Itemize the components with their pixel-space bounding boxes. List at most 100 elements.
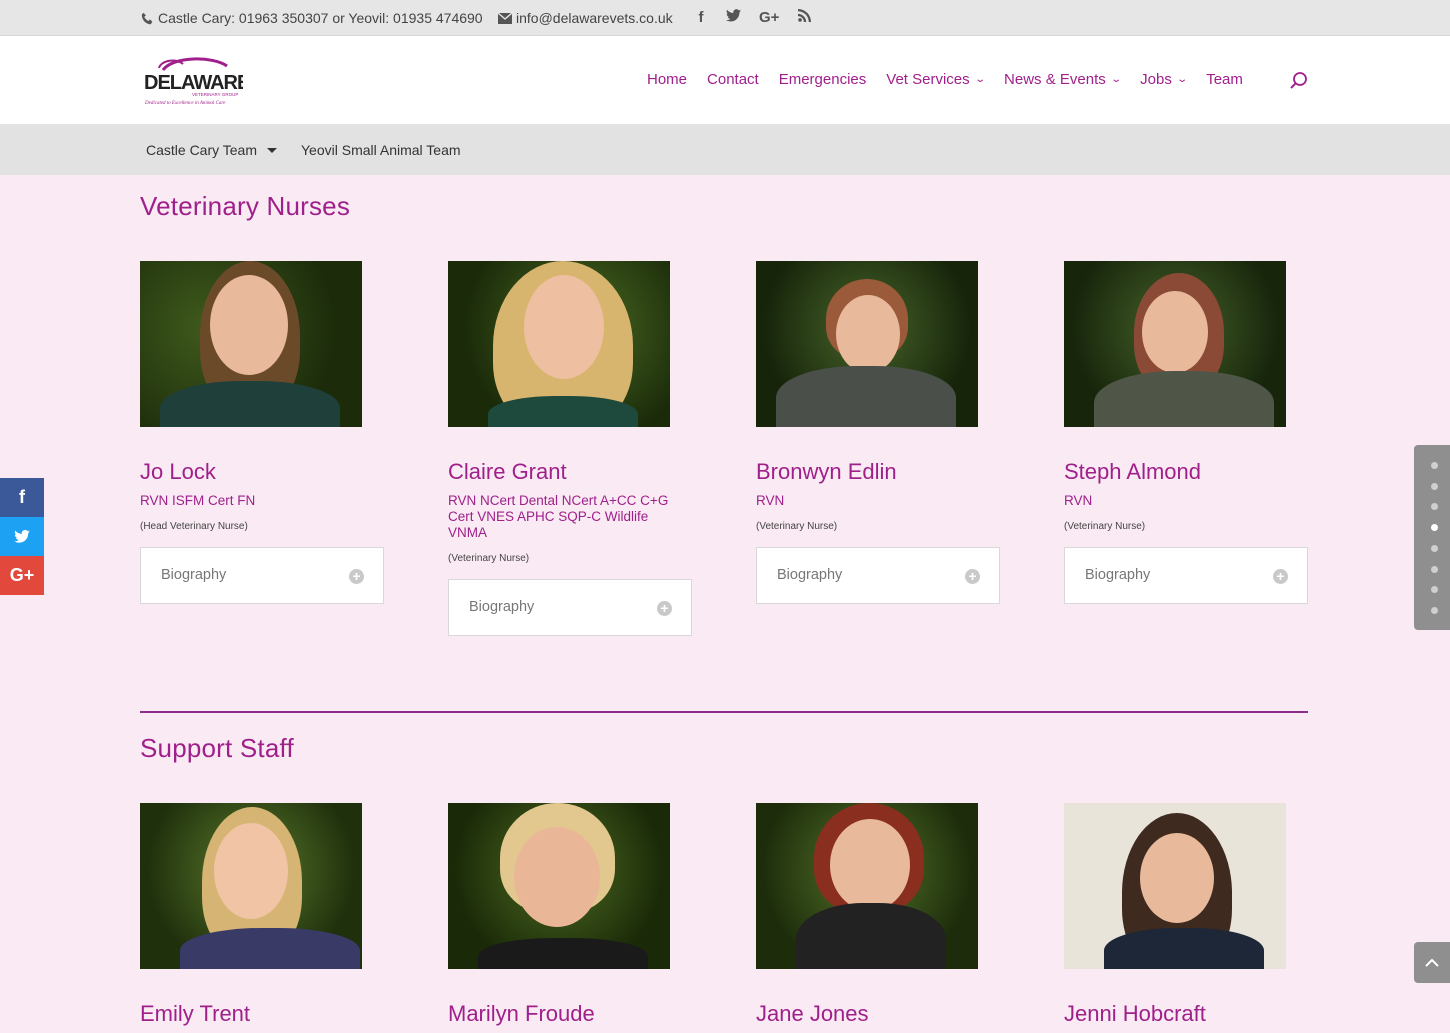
staff-qualifications: RVN ISFM Cert FN xyxy=(140,493,256,508)
section-title-nurses: Veterinary Nurses xyxy=(140,191,351,221)
svg-text:VETERINARY GROUP: VETERINARY GROUP xyxy=(192,92,238,97)
chevron-down-icon: ⌄ xyxy=(973,74,986,85)
dot-nav-item[interactable] xyxy=(1431,566,1438,573)
dot-nav-item[interactable] xyxy=(1431,586,1438,593)
nav-news-events[interactable]: News & Events ⌄ xyxy=(1004,71,1122,88)
staff-qualifications: RVN NCert Dental NCert A+CC C+G Cert VNE… xyxy=(448,493,669,540)
subnav-yeovil[interactable]: Yeovil Small Animal Team xyxy=(301,142,461,158)
section-title-support: Support Staff xyxy=(140,733,294,763)
biography-toggle[interactable]: Biography + xyxy=(140,547,384,604)
email-contact[interactable]: info@delawarevets.co.uk xyxy=(498,10,673,26)
nav-jobs-label: Jobs xyxy=(1140,71,1172,88)
share-bar: f G+ xyxy=(0,478,44,595)
subnav-castle-cary[interactable]: Castle Cary Team xyxy=(146,142,278,158)
staff-card: Jenni Hobcraft xyxy=(1064,803,1309,1027)
staff-name: Jo Lock xyxy=(140,459,216,484)
staff-role: (Veterinary Nurse) xyxy=(1064,521,1146,532)
staff-name: Bronwyn Edlin xyxy=(756,459,897,484)
caret-down-icon xyxy=(267,147,278,153)
nav-vet-services[interactable]: Vet Services ⌄ xyxy=(886,71,986,88)
staff-name: Steph Almond xyxy=(1064,459,1201,484)
google-plus-icon[interactable]: G+ xyxy=(759,9,779,26)
chevron-down-icon: ⌄ xyxy=(1110,74,1122,85)
section-dot-nav xyxy=(1414,445,1450,630)
biography-label: Biography xyxy=(777,567,843,583)
twitter-icon xyxy=(14,530,30,543)
staff-card: Marilyn Froude xyxy=(448,803,693,1027)
rss-icon[interactable] xyxy=(797,9,811,26)
phone-text: Castle Cary: 01963 350307 or Yeovil: 019… xyxy=(158,10,483,26)
biography-label: Biography xyxy=(161,567,227,583)
dot-nav-item[interactable] xyxy=(1431,503,1438,510)
biography-toggle[interactable]: Biography + xyxy=(1064,547,1308,604)
svg-text:Dedicated to Excellence in Ani: Dedicated to Excellence in Animal Care xyxy=(144,101,226,106)
subnav-yeovil-label: Yeovil Small Animal Team xyxy=(301,142,461,158)
chevron-down-icon: ⌄ xyxy=(1176,74,1188,85)
site-header: DELAWARE VETERINARY GROUP Dedicated to E… xyxy=(0,36,1450,125)
search-icon[interactable] xyxy=(1289,71,1309,91)
nav-contact[interactable]: Contact xyxy=(707,71,759,88)
plus-circle-icon: + xyxy=(657,601,672,616)
nav-emergencies[interactable]: Emergencies xyxy=(779,71,867,88)
delaware-logo[interactable]: DELAWARE VETERINARY GROUP Dedicated to E… xyxy=(143,56,251,108)
dot-nav-item[interactable] xyxy=(1431,607,1438,614)
staff-name: Marilyn Froude xyxy=(448,1001,595,1026)
staff-photo xyxy=(140,261,362,427)
nav-contact-label: Contact xyxy=(707,71,759,88)
chevron-up-icon xyxy=(1425,958,1439,967)
staff-card: Bronwyn Edlin RVN (Veterinary Nurse) Bio… xyxy=(756,261,1001,604)
nav-emergencies-label: Emergencies xyxy=(778,71,867,88)
staff-card: Steph Almond RVN (Veterinary Nurse) Biog… xyxy=(1064,261,1309,604)
plus-circle-icon: + xyxy=(965,569,980,584)
staff-name: Jane Jones xyxy=(756,1001,869,1026)
subnav-castle-cary-label: Castle Cary Team xyxy=(146,142,258,158)
section-divider xyxy=(140,711,1308,713)
dot-nav-item[interactable] xyxy=(1431,462,1438,469)
top-bar: Castle Cary: 01963 350307 or Yeovil: 019… xyxy=(0,0,1450,36)
dot-nav-item-active[interactable] xyxy=(1431,524,1438,531)
staff-name: Emily Trent xyxy=(140,1001,251,1026)
nav-team[interactable]: Team xyxy=(1206,71,1243,88)
staff-qualifications: RVN xyxy=(756,493,785,508)
staff-card: Emily Trent xyxy=(140,803,385,1027)
email-text: info@delawarevets.co.uk xyxy=(516,10,673,26)
nav-home-label: Home xyxy=(647,71,688,88)
staff-photo xyxy=(448,803,670,969)
staff-photo xyxy=(1064,803,1286,969)
nav-team-label: Team xyxy=(1206,71,1243,88)
staff-qualifications: RVN xyxy=(1064,493,1093,508)
share-facebook-button[interactable]: f xyxy=(0,478,44,517)
dot-nav-item[interactable] xyxy=(1431,483,1438,490)
phone-icon xyxy=(141,12,153,24)
staff-name: Claire Grant xyxy=(448,459,567,484)
nav-jobs[interactable]: Jobs ⌄ xyxy=(1140,71,1188,88)
envelope-icon xyxy=(498,12,512,24)
biography-toggle[interactable]: Biography + xyxy=(756,547,1000,604)
svg-text:DELAWARE: DELAWARE xyxy=(144,72,243,94)
staff-photo xyxy=(448,261,670,427)
nav-vet-services-label: Vet Services xyxy=(886,71,970,88)
staff-card: Claire Grant RVN NCert Dental NCert A+CC… xyxy=(448,261,693,636)
share-google-plus-button[interactable]: G+ xyxy=(0,556,44,595)
staff-role: (Veterinary Nurse) xyxy=(448,553,530,564)
staff-photo xyxy=(756,261,978,427)
main-nav: Home Contact Emergencies Vet Services ⌄ N… xyxy=(647,71,1243,88)
phone-contact[interactable]: Castle Cary: 01963 350307 or Yeovil: 019… xyxy=(141,10,483,26)
twitter-icon[interactable] xyxy=(726,9,741,26)
share-twitter-button[interactable] xyxy=(0,517,44,556)
facebook-icon[interactable]: f xyxy=(694,9,708,26)
staff-photo xyxy=(756,803,978,969)
staff-name: Jenni Hobcraft xyxy=(1064,1001,1206,1026)
back-to-top-button[interactable] xyxy=(1414,942,1450,983)
nav-home[interactable]: Home xyxy=(647,71,687,88)
biography-toggle[interactable]: Biography + xyxy=(448,579,692,636)
nav-news-events-label: News & Events xyxy=(1004,71,1106,88)
staff-photo xyxy=(140,803,362,969)
staff-card: Jo Lock RVN ISFM Cert FN (Head Veterinar… xyxy=(140,261,385,604)
dot-nav-item[interactable] xyxy=(1431,545,1438,552)
staff-role: (Veterinary Nurse) xyxy=(756,521,838,532)
biography-label: Biography xyxy=(469,599,535,615)
team-subnav: Castle Cary Team Yeovil Small Animal Tea… xyxy=(0,125,1450,175)
staff-role: (Head Veterinary Nurse) xyxy=(140,521,248,532)
plus-circle-icon: + xyxy=(1273,569,1288,584)
